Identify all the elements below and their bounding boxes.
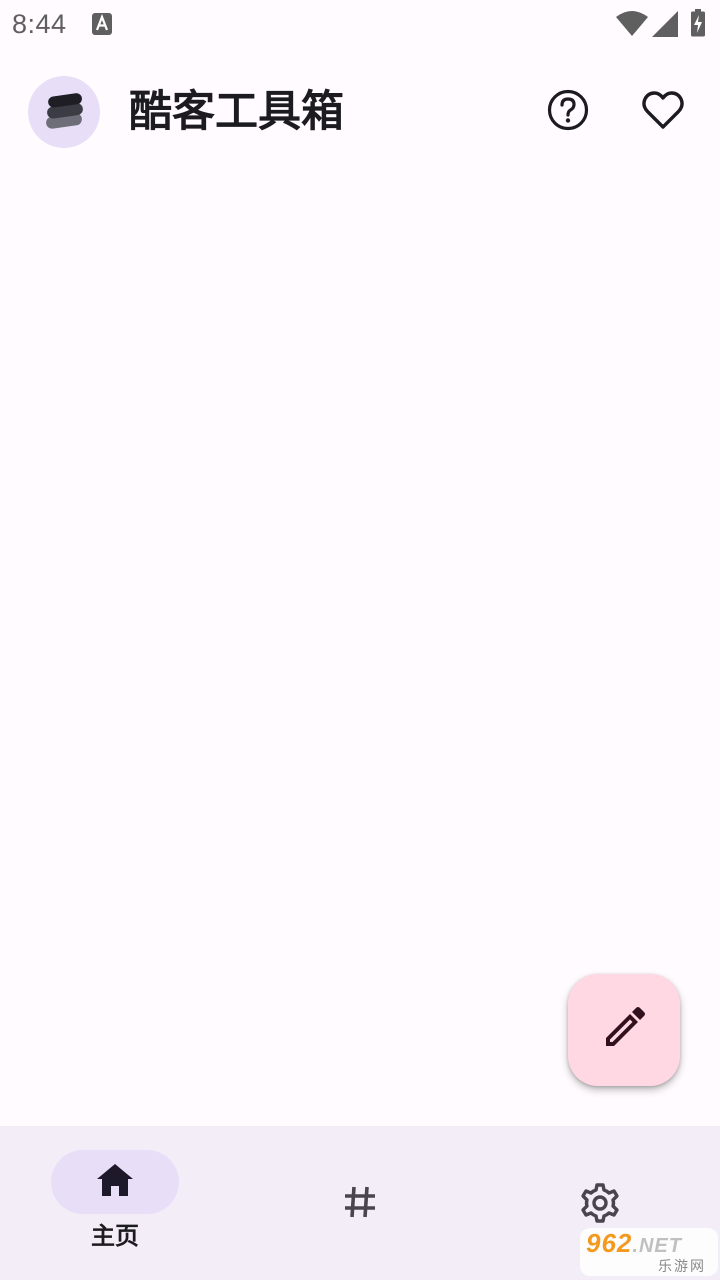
home-icon [95,1162,135,1202]
help-button[interactable] [540,84,596,140]
layers-icon [42,88,86,136]
text-notification-icon [92,13,112,39]
top-app-bar: 酷客工具箱 [0,60,720,164]
help-circle-icon [546,88,590,136]
nav-icon-container [480,1182,720,1223]
favorite-button[interactable] [635,84,691,140]
status-bar: 8:44 [0,0,720,48]
nav-icon-container [240,1184,480,1224]
app-logo [28,76,100,148]
nav-active-indicator [51,1150,179,1214]
watermark-subtitle: 乐游网 [658,1259,706,1275]
wifi-icon [615,10,649,40]
watermark-logo: 962.NET [586,1228,682,1258]
nav-item-tags[interactable] [240,1126,480,1280]
settings-gear-icon [579,1182,621,1223]
site-watermark: 962.NET 乐游网 [580,1228,718,1276]
edit-fab[interactable] [568,974,680,1086]
status-time: 8:44 [12,9,67,39]
nav-label-home: 主页 [91,1222,139,1250]
heart-outline-icon [641,89,685,135]
battery-charging-icon [690,9,706,41]
signal-icon [652,11,678,41]
hash-icon [342,1184,378,1224]
app-title: 酷客工具箱 [129,87,344,137]
edit-pencil-icon [600,1004,648,1056]
nav-item-home[interactable]: 主页 [0,1126,240,1280]
